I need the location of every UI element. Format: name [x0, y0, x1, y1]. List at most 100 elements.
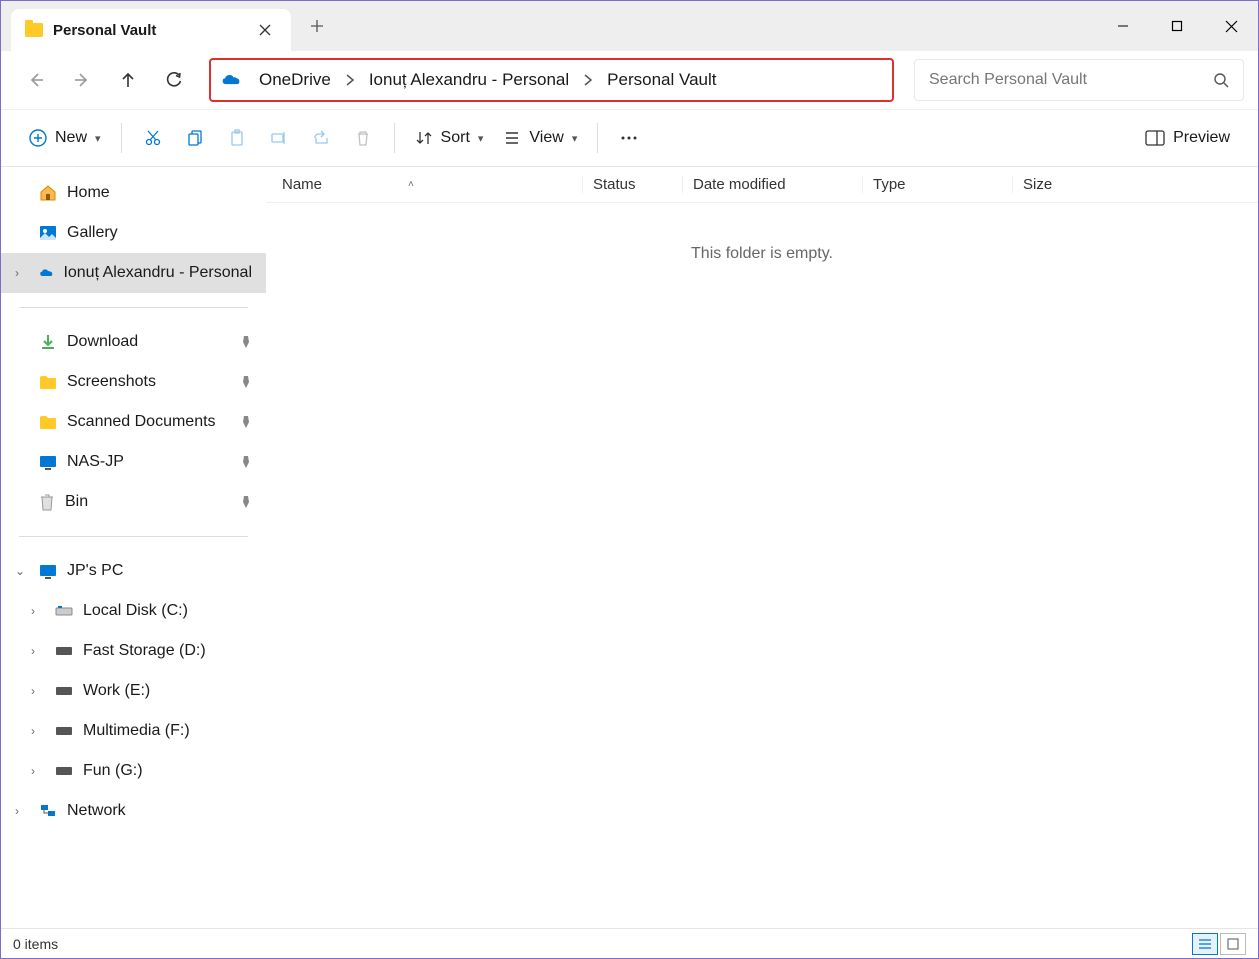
back-button[interactable] — [15, 59, 57, 101]
pin-icon — [240, 455, 252, 469]
chevron-right-icon[interactable]: › — [31, 764, 35, 778]
status-bar: 0 items — [1, 928, 1258, 958]
details-view-button[interactable] — [1192, 933, 1218, 955]
sidebar-item-drive-f[interactable]: › Multimedia (F:) — [1, 711, 266, 751]
sidebar-item-drive-g[interactable]: › Fun (G:) — [1, 751, 266, 791]
sidebar-item-onedrive-personal[interactable]: › Ionuț Alexandru - Personal — [1, 253, 266, 293]
pin-icon — [240, 335, 252, 349]
chevron-right-icon[interactable]: › — [15, 266, 19, 280]
sidebar-item-home[interactable]: Home — [1, 173, 266, 213]
sidebar-item-download[interactable]: Download — [1, 322, 266, 362]
navigation-pane[interactable]: Home Gallery › Ionuț Alexandru - Persona… — [1, 167, 266, 928]
drive-icon — [55, 605, 73, 617]
preview-label: Preview — [1173, 129, 1230, 147]
sidebar-item-gallery[interactable]: Gallery — [1, 213, 266, 253]
chevron-down-icon[interactable]: ⌄ — [15, 564, 25, 578]
gallery-icon — [39, 224, 57, 242]
preview-pane-button[interactable]: Preview — [1135, 118, 1240, 158]
search-input[interactable] — [929, 71, 1213, 89]
breadcrumb-item-1[interactable]: Ionuț Alexandru - Personal — [361, 66, 577, 94]
column-header-name[interactable]: Name˄ — [282, 176, 582, 193]
sidebar-item-label: Scanned Documents — [67, 413, 216, 431]
cut-button[interactable] — [132, 118, 174, 158]
address-bar-row: OneDrive Ionuț Alexandru - Personal Pers… — [1, 51, 1258, 109]
chevron-down-icon: ▾ — [478, 132, 484, 145]
separator — [121, 123, 122, 153]
sidebar-item-screenshots[interactable]: Screenshots — [1, 362, 266, 402]
copy-button[interactable] — [174, 118, 216, 158]
forward-button[interactable] — [61, 59, 103, 101]
close-window-button[interactable] — [1204, 6, 1258, 46]
pin-icon — [240, 375, 252, 389]
sidebar-item-network[interactable]: › Network — [1, 791, 266, 831]
sidebar-item-drive-c[interactable]: › Local Disk (C:) — [1, 591, 266, 631]
command-bar: New ▾ Sort ▾ View ▾ Preview — [1, 109, 1258, 167]
cloud-icon — [39, 266, 53, 280]
folder-icon — [25, 23, 43, 37]
sidebar-item-drive-e[interactable]: › Work (E:) — [1, 671, 266, 711]
up-button[interactable] — [107, 59, 149, 101]
content-area: Home Gallery › Ionuț Alexandru - Persona… — [1, 167, 1258, 928]
delete-button[interactable] — [342, 118, 384, 158]
sidebar-item-pc[interactable]: ⌄ JP's PC — [1, 551, 266, 591]
divider — [19, 307, 248, 308]
sidebar-item-scanned-documents[interactable]: Scanned Documents — [1, 402, 266, 442]
chevron-right-icon[interactable]: › — [31, 604, 35, 618]
sidebar-item-label: Bin — [65, 493, 88, 511]
sidebar-item-label: Gallery — [67, 224, 118, 242]
file-list-pane: Name˄ Status Date modified Type Size Thi… — [266, 167, 1258, 928]
drive-icon — [55, 686, 73, 696]
new-tab-button[interactable] — [297, 6, 337, 46]
sidebar-item-label: NAS-JP — [67, 453, 124, 471]
share-button[interactable] — [300, 118, 342, 158]
breadcrumb[interactable]: OneDrive Ionuț Alexandru - Personal Pers… — [209, 58, 894, 102]
chevron-right-icon[interactable]: › — [31, 644, 35, 658]
chevron-right-icon[interactable]: › — [15, 804, 19, 818]
search-box[interactable] — [914, 59, 1244, 101]
paste-button[interactable] — [216, 118, 258, 158]
more-button[interactable] — [608, 118, 650, 158]
sidebar-item-nas[interactable]: NAS-JP — [1, 442, 266, 482]
drive-icon — [55, 646, 73, 656]
chevron-right-icon — [345, 74, 355, 86]
refresh-button[interactable] — [153, 59, 195, 101]
view-mode-toggles — [1192, 933, 1246, 955]
pin-icon — [240, 495, 252, 509]
tab-title: Personal Vault — [53, 22, 251, 39]
column-header-date[interactable]: Date modified — [682, 176, 862, 193]
titlebar: Personal Vault — [1, 1, 1258, 51]
folder-icon — [39, 415, 57, 430]
sort-label: Sort — [441, 129, 470, 147]
chevron-right-icon[interactable]: › — [31, 724, 35, 738]
view-label: View — [529, 129, 563, 147]
column-header-type[interactable]: Type — [862, 176, 1012, 193]
sidebar-item-label: Screenshots — [67, 373, 156, 391]
thumbnails-view-button[interactable] — [1220, 933, 1246, 955]
separator — [394, 123, 395, 153]
sidebar-item-label: Home — [67, 184, 110, 202]
chevron-right-icon[interactable]: › — [31, 684, 35, 698]
breadcrumb-item-0[interactable]: OneDrive — [251, 66, 339, 94]
sort-button[interactable]: Sort ▾ — [405, 118, 494, 158]
window-controls — [1096, 6, 1258, 46]
minimize-button[interactable] — [1096, 6, 1150, 46]
sidebar-item-label: Work (E:) — [83, 682, 150, 700]
sidebar-item-label: Fast Storage (D:) — [83, 642, 206, 660]
column-header-status[interactable]: Status — [582, 176, 682, 193]
view-button[interactable]: View ▾ — [493, 118, 587, 158]
separator — [597, 123, 598, 153]
active-tab[interactable]: Personal Vault — [11, 9, 291, 51]
column-header-size[interactable]: Size — [1012, 176, 1112, 193]
sidebar-item-drive-d[interactable]: › Fast Storage (D:) — [1, 631, 266, 671]
drive-icon — [55, 766, 73, 776]
search-icon — [1213, 72, 1229, 88]
folder-icon — [39, 375, 57, 390]
rename-button[interactable] — [258, 118, 300, 158]
breadcrumb-item-2[interactable]: Personal Vault — [599, 66, 724, 94]
sidebar-item-label: Fun (G:) — [83, 762, 143, 780]
chevron-down-icon: ▾ — [572, 132, 578, 145]
new-button[interactable]: New ▾ — [19, 118, 111, 158]
close-tab-button[interactable] — [251, 16, 279, 44]
sidebar-item-bin[interactable]: Bin — [1, 482, 266, 522]
maximize-button[interactable] — [1150, 6, 1204, 46]
